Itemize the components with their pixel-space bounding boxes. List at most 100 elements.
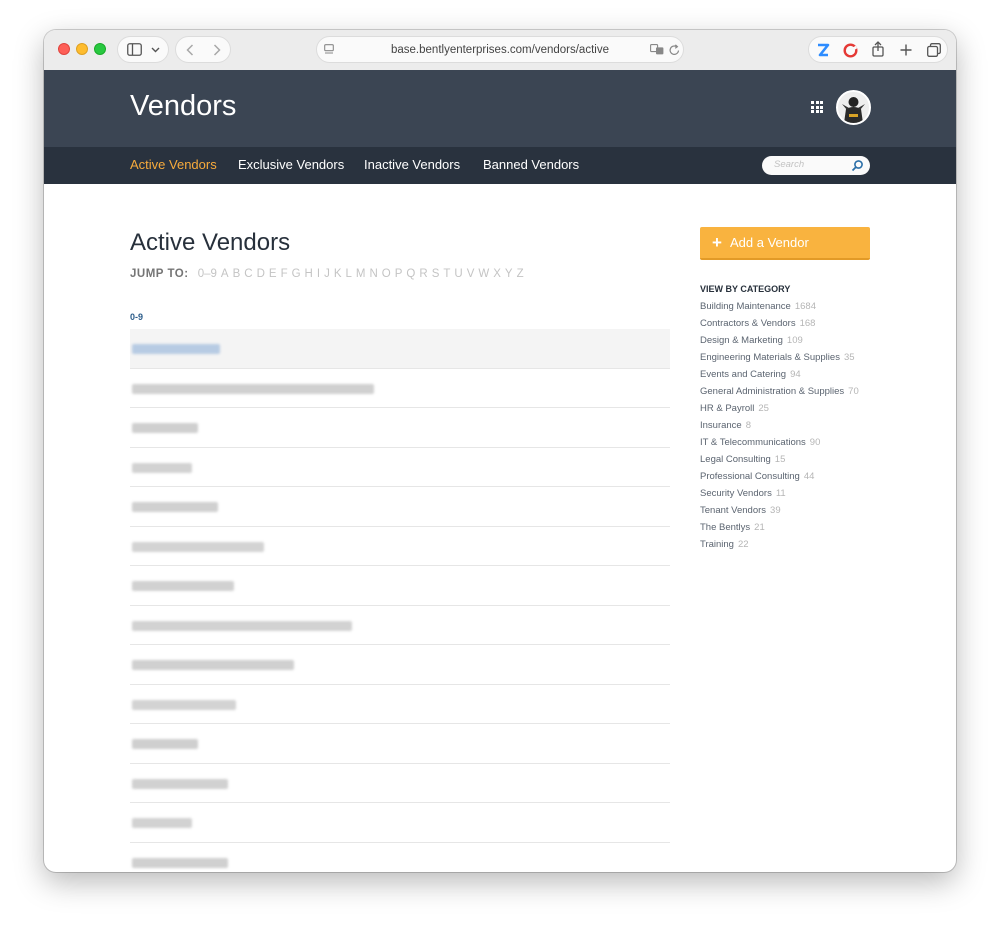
category-item[interactable]: General Administration & Supplies 70	[700, 385, 859, 402]
user-avatar[interactable]	[836, 90, 871, 125]
chevron-down-icon[interactable]	[151, 47, 160, 53]
category-item[interactable]: HR & Payroll 25	[700, 402, 859, 419]
category-name[interactable]: IT & Telecommunications	[700, 437, 806, 448]
category-name[interactable]: Security Vendors	[700, 488, 772, 499]
jump-letter-link[interactable]: Y	[505, 268, 513, 280]
redacted-vendor-name[interactable]	[132, 462, 192, 473]
close-window-button[interactable]	[58, 43, 70, 55]
jump-letter-link[interactable]: 0–9	[198, 268, 217, 280]
category-item[interactable]: Training 22	[700, 538, 859, 555]
jump-letter-link[interactable]: O	[382, 268, 391, 280]
category-item[interactable]: Professional Consulting 44	[700, 470, 859, 487]
redacted-vendor-name[interactable]	[132, 383, 374, 394]
jump-letter-link[interactable]: W	[478, 268, 489, 280]
translate-icon[interactable]	[650, 44, 664, 55]
jump-letter-link[interactable]: E	[269, 268, 277, 280]
tab-exclusive-vendors[interactable]: Exclusive Vendors	[238, 157, 344, 172]
category-item[interactable]: IT & Telecommunications 90	[700, 436, 859, 453]
vendor-row[interactable]	[130, 527, 670, 566]
category-name[interactable]: General Administration & Supplies	[700, 386, 844, 397]
jump-letter-link[interactable]: H	[305, 268, 313, 280]
category-name[interactable]: The Bentlys	[700, 522, 750, 533]
add-vendor-button[interactable]: + Add a Vendor	[700, 227, 870, 260]
sidebar-toggle-button[interactable]	[117, 36, 169, 63]
category-name[interactable]: Insurance	[700, 420, 742, 431]
category-item[interactable]: The Bentlys 21	[700, 521, 859, 538]
jump-letter-link[interactable]: Z	[517, 268, 524, 280]
vendor-row[interactable]	[130, 448, 670, 487]
new-tab-icon[interactable]	[900, 44, 912, 56]
category-name[interactable]: Professional Consulting	[700, 471, 800, 482]
extension-red-icon[interactable]	[843, 43, 858, 58]
jump-letter-link[interactable]: U	[454, 268, 462, 280]
vendor-row[interactable]	[130, 369, 670, 408]
search-icon[interactable]	[851, 159, 864, 172]
jump-letter-link[interactable]: D	[257, 268, 265, 280]
vendor-row[interactable]	[130, 645, 670, 685]
vendor-row[interactable]	[130, 685, 670, 724]
minimize-window-button[interactable]	[76, 43, 88, 55]
category-name[interactable]: Building Maintenance	[700, 301, 791, 312]
jump-letter-link[interactable]: T	[443, 268, 450, 280]
vendor-row[interactable]	[130, 408, 670, 448]
redacted-vendor-name[interactable]	[132, 620, 352, 631]
vendor-row[interactable]	[130, 764, 670, 803]
apps-grid-icon[interactable]	[811, 101, 823, 113]
jump-letter-link[interactable]: M	[356, 268, 366, 280]
redacted-vendor-name[interactable]	[132, 857, 228, 868]
jump-letter-link[interactable]: L	[345, 268, 351, 280]
jump-letter-link[interactable]: K	[334, 268, 342, 280]
search-input[interactable]: Search	[762, 156, 870, 175]
redacted-vendor-name[interactable]	[132, 818, 192, 828]
forward-arrow-icon[interactable]	[213, 44, 221, 56]
back-arrow-icon[interactable]	[186, 44, 194, 56]
category-item[interactable]: Engineering Materials & Supplies 35	[700, 351, 859, 368]
redacted-vendor-name[interactable]	[132, 660, 294, 670]
category-item[interactable]: Design & Marketing 109	[700, 334, 859, 351]
jump-letter-link[interactable]: F	[281, 268, 288, 280]
redacted-vendor-name[interactable]	[132, 739, 198, 749]
tab-banned-vendors[interactable]: Banned Vendors	[483, 157, 579, 172]
jump-letter-link[interactable]: R	[419, 268, 427, 280]
category-name[interactable]: HR & Payroll	[700, 403, 754, 414]
jump-letter-link[interactable]: G	[292, 268, 301, 280]
address-bar[interactable]: base.bentlyenterprises.com/vendors/activ…	[316, 36, 684, 63]
redacted-vendor-name[interactable]	[132, 699, 236, 710]
category-name[interactable]: Design & Marketing	[700, 335, 783, 346]
category-name[interactable]: Contractors & Vendors	[700, 318, 796, 329]
category-item[interactable]: Tenant Vendors 39	[700, 504, 859, 521]
tab-overview-icon[interactable]	[927, 43, 941, 57]
category-item[interactable]: Contractors & Vendors 168	[700, 317, 859, 334]
vendor-row[interactable]	[130, 843, 670, 873]
jump-letter-link[interactable]: B	[233, 268, 241, 280]
jump-letter-link[interactable]: I	[317, 268, 320, 280]
redacted-vendor-name[interactable]	[132, 541, 264, 552]
zoom-window-button[interactable]	[94, 43, 106, 55]
jump-letter-link[interactable]: J	[324, 268, 330, 280]
category-name[interactable]: Legal Consulting	[700, 454, 771, 465]
jump-letter-link[interactable]: S	[432, 268, 440, 280]
tab-active-vendors[interactable]: Active Vendors	[130, 157, 217, 172]
jump-letter-link[interactable]: P	[395, 268, 403, 280]
vendor-row[interactable]	[130, 606, 670, 645]
vendor-row[interactable]	[130, 487, 670, 527]
redacted-vendor-name[interactable]	[132, 423, 198, 433]
category-item[interactable]: Insurance 8	[700, 419, 859, 436]
jump-letter-link[interactable]: V	[467, 268, 475, 280]
share-icon[interactable]	[872, 41, 884, 57]
vendor-row[interactable]	[130, 724, 670, 764]
jump-letter-link[interactable]: A	[221, 268, 229, 280]
reload-icon[interactable]	[669, 44, 680, 56]
redacted-vendor-name[interactable]	[132, 581, 234, 591]
category-item[interactable]: Security Vendors 11	[700, 487, 859, 504]
jump-letter-link[interactable]: X	[493, 268, 501, 280]
tab-inactive-vendors[interactable]: Inactive Vendors	[364, 157, 460, 172]
category-item[interactable]: Legal Consulting 15	[700, 453, 859, 470]
redacted-vendor-name[interactable]	[132, 502, 218, 512]
zoom-extension-icon[interactable]	[816, 43, 830, 57]
vendor-row[interactable]	[130, 803, 670, 843]
vendor-row[interactable]	[130, 329, 670, 369]
redacted-vendor-name[interactable]	[132, 344, 220, 354]
vendor-row[interactable]	[130, 566, 670, 606]
jump-letter-link[interactable]: Q	[406, 268, 415, 280]
